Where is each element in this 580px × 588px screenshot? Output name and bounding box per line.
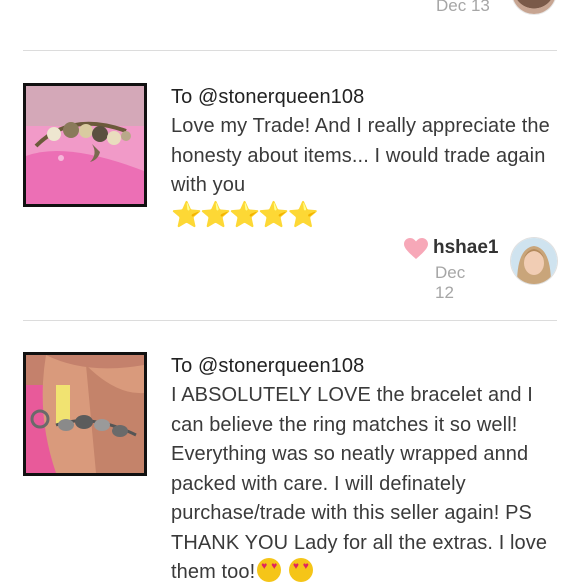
review-message: I ABSOLUTELY LOVE the bracelet and I can… [171, 384, 548, 583]
listing-thumbnail[interactable] [23, 352, 147, 476]
review-recipient[interactable]: To @stonerqueen108 [171, 355, 364, 378]
heart-eyes-emoji-icon [257, 558, 282, 582]
review-date: Dec 12 [435, 263, 466, 302]
divider [23, 320, 557, 321]
bracelet-photo [26, 355, 144, 473]
review-recipient[interactable]: To @stonerqueen108 [171, 86, 364, 109]
listing-thumbnail[interactable] [23, 83, 147, 207]
avatar-photo [511, 238, 557, 284]
avatar[interactable] [511, 238, 557, 284]
bracelet-photo [26, 86, 144, 204]
avatar[interactable] [512, 0, 556, 14]
heart-eyes-emoji-icon [288, 558, 313, 582]
heart-icon[interactable] [404, 238, 428, 260]
review-date: Dec 13 [436, 0, 490, 15]
review-author[interactable]: hshae1 [433, 237, 498, 259]
rating-stars: ⭐⭐⭐⭐⭐ [171, 200, 319, 229]
review-text: Love my Trade! And I really appreciate t… [171, 112, 563, 232]
divider [23, 50, 557, 51]
review-text: I ABSOLUTELY LOVE the bracelet and I can… [171, 381, 563, 588]
review-message: Love my Trade! And I really appreciate t… [171, 115, 550, 196]
